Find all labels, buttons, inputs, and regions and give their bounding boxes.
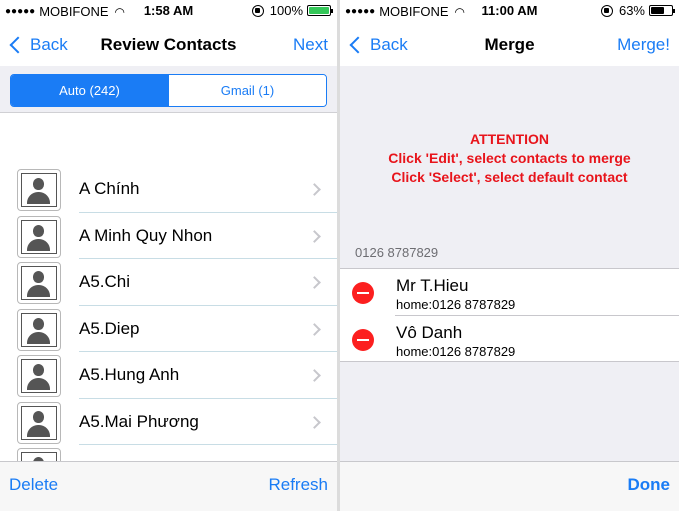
segment-auto[interactable]: Auto (242): [11, 75, 168, 106]
contact-name: A Minh Quy Nhon: [79, 225, 213, 245]
list-item[interactable]: A5.Chi: [0, 259, 337, 306]
delete-button[interactable]: Delete: [9, 475, 58, 495]
avatar-icon: [17, 401, 61, 444]
avatar-icon: [17, 262, 61, 304]
avatar-icon: [17, 308, 61, 351]
segment-gmail[interactable]: Gmail (1): [168, 75, 326, 106]
segmented-control: Auto (242) Gmail (1): [10, 74, 327, 107]
attention-message: ATTENTION Click 'Edit', select contacts …: [340, 130, 679, 187]
navigation-bar: Back Merge Merge!: [340, 22, 679, 66]
contact-detail: home:0126 8787829: [396, 297, 516, 312]
list-item[interactable]: A Minh Quy Nhon: [0, 213, 337, 259]
contact-detail: home:0126 8787829: [396, 344, 516, 359]
list-item[interactable]: A5.Hung Anh: [0, 352, 337, 399]
contact-list: A Chính A Minh Quy Nhon A5.Chi A5.Diep A…: [0, 166, 337, 461]
chevron-right-icon: [308, 369, 321, 382]
list-item[interactable]: [0, 445, 337, 461]
merge-screen: ●●●●● MOBIFONE ◠ 11:00 AM 63% Back Merge…: [340, 0, 679, 511]
attention-line-1: Click 'Edit', select contacts to merge: [388, 150, 631, 166]
merge-button[interactable]: Merge!: [617, 35, 670, 55]
navigation-bar: Back Review Contacts Next: [0, 22, 337, 66]
delete-minus-icon[interactable]: [352, 282, 374, 304]
contact-name: A Chính: [79, 179, 140, 198]
refresh-button[interactable]: Refresh: [268, 475, 328, 495]
battery-percent: 63%: [618, 3, 645, 18]
attention-line-2: Click 'Select', select default contact: [391, 169, 628, 185]
avatar-icon: [17, 169, 61, 211]
avatar-icon: [17, 355, 61, 397]
delete-minus-icon[interactable]: [352, 329, 374, 351]
battery-icon: [307, 5, 333, 16]
avatar-icon: [17, 215, 61, 258]
chevron-right-icon: [308, 229, 321, 243]
status-bar: ●●●●● MOBIFONE ◠ 1:58 AM 100%: [0, 0, 337, 22]
next-button[interactable]: Next: [293, 35, 328, 55]
merge-list: Mr T.Hieu home:0126 8787829 Vô Danh home…: [340, 268, 679, 362]
attention-title: ATTENTION: [469, 131, 550, 147]
chevron-right-icon: [308, 322, 321, 336]
section-header: 0126 8787829: [355, 245, 439, 260]
table-row[interactable]: Vô Danh home:0126 8787829: [352, 315, 679, 361]
chevron-right-icon: [308, 415, 321, 429]
chevron-right-icon: [308, 183, 321, 196]
rotation-lock-icon: [600, 4, 613, 17]
list-item[interactable]: A Chính: [0, 166, 337, 213]
contact-name: Vô Danh: [396, 323, 463, 342]
contact-name: A5.Mai Phương: [79, 411, 199, 431]
battery-icon: [649, 5, 675, 16]
contact-name: A5.Hung Anh: [79, 365, 180, 384]
review-contacts-screen: ●●●●● MOBIFONE ◠ 1:58 AM 100% Back Revie…: [0, 0, 337, 511]
contact-name: A5.Chi: [79, 272, 131, 291]
contact-name: A5.Diep: [79, 318, 140, 338]
table-row[interactable]: Mr T.Hieu home:0126 8787829: [340, 269, 679, 315]
done-button[interactable]: Done: [628, 475, 671, 495]
segment-bar: Auto (242) Gmail (1): [0, 66, 337, 113]
battery-percent: 100%: [269, 3, 303, 18]
list-item[interactable]: A5.Diep: [0, 306, 337, 352]
contact-name: Mr T.Hieu: [396, 276, 469, 295]
rotation-lock-icon: [251, 4, 264, 17]
page-title: Review Contacts: [100, 35, 237, 54]
avatar-icon: [17, 448, 61, 461]
bottom-toolbar: Delete Refresh: [0, 461, 337, 511]
status-bar: ●●●●● MOBIFONE ◠ 11:00 AM 63%: [340, 0, 679, 22]
bottom-toolbar: Done: [340, 461, 679, 511]
list-item[interactable]: A5.Mai Phương: [0, 399, 337, 445]
chevron-right-icon: [308, 276, 321, 289]
